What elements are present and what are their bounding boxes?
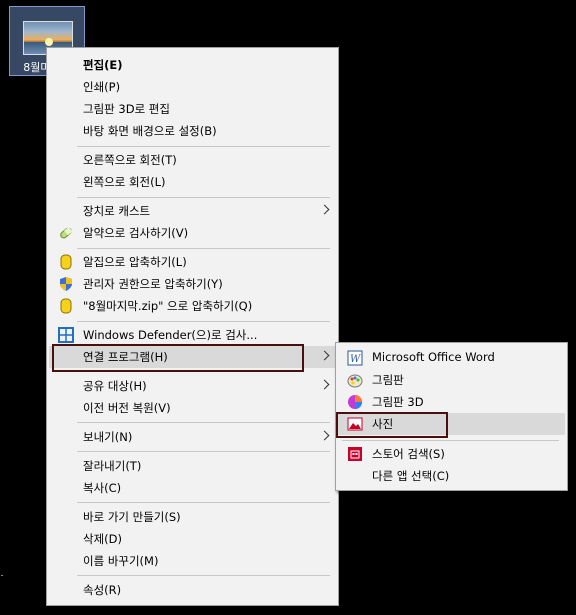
cursor-dot	[1, 575, 3, 576]
submenu-item-photos[interactable]: 사진	[338, 413, 565, 435]
menu-item-label: 그림판	[372, 373, 404, 387]
menu-item-share-with[interactable]: 공유 대상(H)	[49, 375, 336, 397]
menu-item-edit-paint3d[interactable]: 그림판 3D로 편집	[49, 98, 336, 120]
menu-item-label: 인쇄(P)	[83, 80, 121, 94]
svg-text:W: W	[350, 354, 361, 365]
menu-item-label: 그림판 3D	[372, 395, 424, 409]
windows-defender-icon	[58, 327, 74, 343]
menu-separator	[77, 502, 330, 503]
menu-item-label: 사진	[372, 417, 394, 431]
menu-item-label: 장치로 캐스트	[83, 204, 151, 218]
alzip-icon	[60, 254, 72, 270]
menu-item-label: 복사(C)	[83, 481, 122, 495]
paint-icon	[347, 374, 363, 388]
menu-item-label: 잘라내기(T)	[83, 459, 142, 473]
menu-item-rotate-left[interactable]: 왼쪽으로 회전(L)	[49, 171, 336, 193]
menu-item-zip-compress[interactable]: "8월마지막.zip" 으로 압축하기(Q)	[49, 295, 336, 317]
menu-separator	[77, 575, 330, 576]
menu-item-label: Windows Defender(으)로 검사...	[83, 328, 258, 342]
chevron-right-icon	[319, 430, 330, 441]
menu-item-label: 알약으로 검사하기(V)	[83, 226, 189, 240]
menu-item-create-shortcut[interactable]: 바로 가기 만들기(S)	[49, 506, 336, 528]
submenu-item-choose-other-app[interactable]: 다른 앱 선택(C)	[338, 465, 565, 487]
menu-item-send-to[interactable]: 보내기(N)	[49, 426, 336, 448]
menu-item-label: 관리자 권한으로 압축하기(Y)	[83, 277, 223, 291]
menu-item-alzip-compress[interactable]: 알집으로 압축하기(L)	[49, 251, 336, 273]
menu-item-label: 바탕 화면 배경으로 설정(B)	[83, 124, 217, 138]
submenu-item-paint3d[interactable]: 그림판 3D	[338, 391, 565, 413]
menu-item-alyac-scan[interactable]: 알약으로 검사하기(V)	[49, 222, 336, 244]
menu-item-label: 연결 프로그램(H)	[83, 350, 168, 364]
menu-item-label: 다른 앱 선택(C)	[372, 469, 450, 483]
alzip-icon	[60, 298, 72, 314]
menu-item-edit[interactable]: 편집(E)	[49, 54, 336, 76]
admin-shield-icon	[60, 277, 72, 291]
word-icon: W	[347, 350, 363, 366]
menu-item-label: 편집(E)	[83, 58, 123, 72]
menu-item-label: 오른쪽으로 회전(T)	[83, 153, 177, 167]
chevron-right-icon	[319, 379, 330, 390]
paint3d-icon	[348, 395, 362, 409]
submenu-item-paint[interactable]: 그림판	[338, 369, 565, 391]
alyac-pill-icon	[60, 226, 73, 239]
menu-separator	[77, 321, 330, 322]
menu-separator	[77, 197, 330, 198]
menu-item-label: 그림판 3D로 편집	[83, 102, 170, 116]
menu-item-label: 바로 가기 만들기(S)	[83, 510, 181, 524]
chevron-right-icon	[319, 204, 330, 215]
menu-item-admin-compress[interactable]: 관리자 권한으로 압축하기(Y)	[49, 273, 336, 295]
menu-item-label: 왼쪽으로 회전(L)	[83, 175, 166, 189]
menu-item-cast-to-device[interactable]: 장치로 캐스트	[49, 200, 336, 222]
menu-item-cut[interactable]: 잘라내기(T)	[49, 455, 336, 477]
photos-icon	[347, 417, 363, 431]
menu-item-label: Microsoft Office Word	[372, 350, 495, 364]
menu-item-label: 속성(R)	[83, 583, 122, 597]
menu-item-label: "8월마지막.zip" 으로 압축하기(Q)	[83, 299, 253, 313]
menu-item-defender-scan[interactable]: Windows Defender(으)로 검사...	[49, 324, 336, 346]
context-menu: 편집(E) 인쇄(P) 그림판 3D로 편집 바탕 화면 배경으로 설정(B) …	[46, 47, 339, 606]
menu-item-delete[interactable]: 삭제(D)	[49, 528, 336, 550]
menu-separator	[77, 451, 330, 452]
menu-item-label: 이름 바꾸기(M)	[83, 554, 159, 568]
menu-separator	[77, 146, 330, 147]
menu-item-label: 보내기(N)	[83, 430, 133, 444]
menu-item-label: 스토어 검색(S)	[372, 447, 445, 461]
menu-item-print[interactable]: 인쇄(P)	[49, 76, 336, 98]
menu-item-copy[interactable]: 복사(C)	[49, 477, 336, 499]
menu-separator	[342, 440, 559, 441]
open-with-submenu: W Microsoft Office Word 그림판 그림판 3D 사진 스토…	[335, 342, 568, 491]
chevron-right-icon	[319, 350, 330, 361]
menu-item-label: 공유 대상(H)	[83, 379, 147, 393]
store-icon	[348, 447, 362, 461]
menu-item-label: 삭제(D)	[83, 532, 122, 546]
menu-separator	[77, 422, 330, 423]
menu-item-label: 이전 버전 복원(V)	[83, 401, 171, 415]
menu-item-rename[interactable]: 이름 바꾸기(M)	[49, 550, 336, 572]
menu-item-rotate-right[interactable]: 오른쪽으로 회전(T)	[49, 149, 336, 171]
menu-separator	[77, 248, 330, 249]
menu-item-open-with[interactable]: 연결 프로그램(H)	[49, 346, 336, 368]
menu-item-label: 알집으로 압축하기(L)	[83, 255, 187, 269]
menu-item-restore-versions[interactable]: 이전 버전 복원(V)	[49, 397, 336, 419]
menu-item-set-background[interactable]: 바탕 화면 배경으로 설정(B)	[49, 120, 336, 142]
submenu-item-store-search[interactable]: 스토어 검색(S)	[338, 443, 565, 465]
menu-item-properties[interactable]: 속성(R)	[49, 579, 336, 601]
submenu-item-word[interactable]: W Microsoft Office Word	[338, 347, 565, 369]
